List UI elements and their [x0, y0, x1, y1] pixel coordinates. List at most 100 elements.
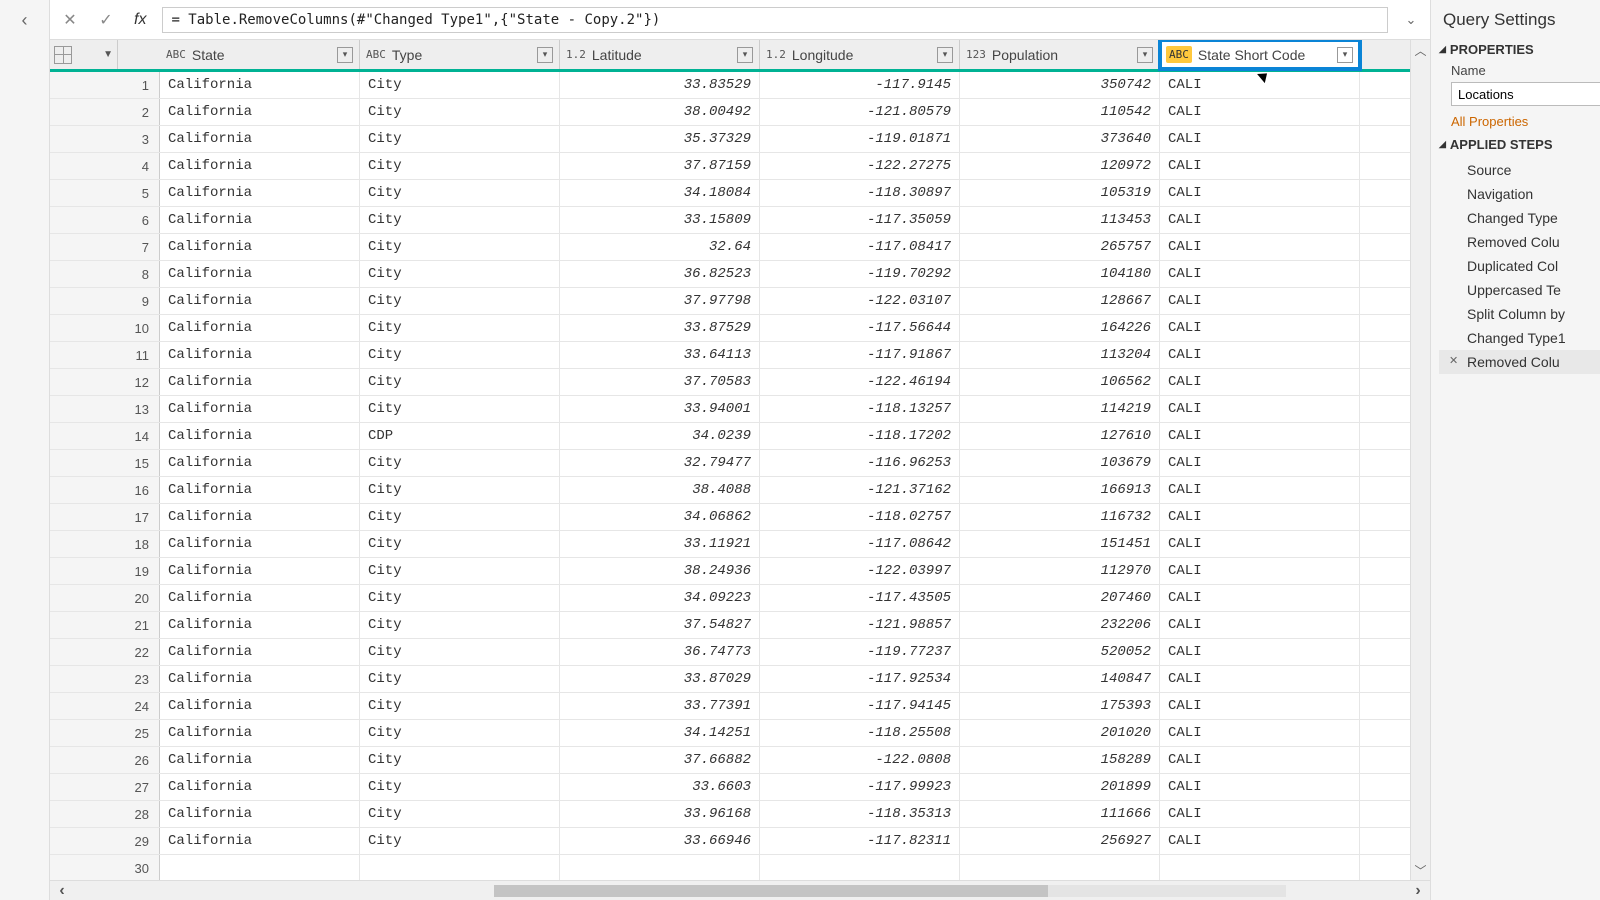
cell[interactable]: -118.30897: [760, 180, 960, 206]
cell[interactable]: California: [160, 450, 360, 476]
cell[interactable]: City: [360, 369, 560, 395]
cell[interactable]: City: [360, 666, 560, 692]
cell[interactable]: [160, 855, 360, 880]
table-row[interactable]: 24CaliforniaCity33.77391-117.94145175393…: [50, 693, 1410, 720]
formula-expand-icon[interactable]: ⌄: [1400, 9, 1422, 31]
table-row[interactable]: 8CaliforniaCity36.82523-119.70292104180C…: [50, 261, 1410, 288]
table-row[interactable]: 5CaliforniaCity34.18084-118.30897105319C…: [50, 180, 1410, 207]
column-header-state-short-code[interactable]: ABC State Short Code ▾: [1160, 40, 1360, 69]
table-row[interactable]: 7CaliforniaCity32.64-117.08417265757CALI: [50, 234, 1410, 261]
cell[interactable]: CALI: [1160, 423, 1360, 449]
cell[interactable]: City: [360, 531, 560, 557]
table-row[interactable]: 6CaliforniaCity33.15809-117.35059113453C…: [50, 207, 1410, 234]
query-name-input[interactable]: [1451, 82, 1600, 106]
filter-icon[interactable]: ▾: [1137, 47, 1153, 63]
cell[interactable]: -117.91867: [760, 342, 960, 368]
table-row[interactable]: 22CaliforniaCity36.74773-119.77237520052…: [50, 639, 1410, 666]
cell[interactable]: California: [160, 315, 360, 341]
table-row[interactable]: 30: [50, 855, 1410, 880]
table-row[interactable]: 14CaliforniaCDP34.0239-118.17202127610CA…: [50, 423, 1410, 450]
cell[interactable]: 110542: [960, 99, 1160, 125]
row-number[interactable]: 3: [50, 126, 160, 152]
cell[interactable]: 36.82523: [560, 261, 760, 287]
filter-icon[interactable]: ▾: [737, 47, 753, 63]
cell[interactable]: City: [360, 612, 560, 638]
applied-step[interactable]: Split Column by: [1439, 302, 1600, 326]
cell[interactable]: 33.83529: [560, 72, 760, 98]
column-header-longitude[interactable]: 1.2 Longitude ▾: [760, 40, 960, 69]
cell[interactable]: CALI: [1160, 342, 1360, 368]
table-row[interactable]: 25CaliforniaCity34.14251-118.25508201020…: [50, 720, 1410, 747]
cell[interactable]: [1160, 855, 1360, 880]
cell[interactable]: City: [360, 720, 560, 746]
cell[interactable]: CALI: [1160, 828, 1360, 854]
cell[interactable]: 105319: [960, 180, 1160, 206]
row-number[interactable]: 14: [50, 423, 160, 449]
cell[interactable]: 104180: [960, 261, 1160, 287]
cell[interactable]: -117.82311: [760, 828, 960, 854]
cell[interactable]: 520052: [960, 639, 1160, 665]
table-row[interactable]: 1CaliforniaCity33.83529-117.9145350742CA…: [50, 72, 1410, 99]
table-row[interactable]: 4CaliforniaCity37.87159-122.27275120972C…: [50, 153, 1410, 180]
formula-input[interactable]: [162, 7, 1388, 33]
cell[interactable]: California: [160, 180, 360, 206]
cell[interactable]: City: [360, 639, 560, 665]
column-header-state[interactable]: ABC State ▾: [160, 40, 360, 69]
cell[interactable]: 37.70583: [560, 369, 760, 395]
table-row[interactable]: 16CaliforniaCity38.4088-121.37162166913C…: [50, 477, 1410, 504]
table-row[interactable]: 23CaliforniaCity33.87029-117.92534140847…: [50, 666, 1410, 693]
cell[interactable]: California: [160, 396, 360, 422]
cell[interactable]: 350742: [960, 72, 1160, 98]
cell[interactable]: CALI: [1160, 558, 1360, 584]
cell[interactable]: California: [160, 693, 360, 719]
cell[interactable]: 33.96168: [560, 801, 760, 827]
cell[interactable]: -117.92534: [760, 666, 960, 692]
formula-cancel-button[interactable]: ✕: [58, 8, 82, 32]
cell[interactable]: CALI: [1160, 396, 1360, 422]
cell[interactable]: City: [360, 396, 560, 422]
table-row[interactable]: 18CaliforniaCity33.11921-117.08642151451…: [50, 531, 1410, 558]
cell[interactable]: California: [160, 477, 360, 503]
cell[interactable]: 37.54827: [560, 612, 760, 638]
cell[interactable]: City: [360, 234, 560, 260]
cell[interactable]: California: [160, 423, 360, 449]
cell[interactable]: CALI: [1160, 126, 1360, 152]
cell[interactable]: 140847: [960, 666, 1160, 692]
cell[interactable]: City: [360, 450, 560, 476]
cell[interactable]: [360, 855, 560, 880]
row-number[interactable]: 1: [50, 72, 160, 98]
cell[interactable]: CALI: [1160, 504, 1360, 530]
cell[interactable]: CALI: [1160, 153, 1360, 179]
vertical-scrollbar[interactable]: ︿ ﹀: [1410, 40, 1430, 880]
cell[interactable]: California: [160, 747, 360, 773]
row-number[interactable]: 5: [50, 180, 160, 206]
cell[interactable]: 33.66946: [560, 828, 760, 854]
cell[interactable]: CALI: [1160, 639, 1360, 665]
cell[interactable]: 232206: [960, 612, 1160, 638]
row-number[interactable]: 30: [50, 855, 160, 880]
cell[interactable]: City: [360, 774, 560, 800]
cell[interactable]: CALI: [1160, 531, 1360, 557]
cell[interactable]: City: [360, 477, 560, 503]
row-number[interactable]: 25: [50, 720, 160, 746]
cell[interactable]: City: [360, 261, 560, 287]
cell[interactable]: [760, 855, 960, 880]
cell[interactable]: -117.08417: [760, 234, 960, 260]
cell[interactable]: City: [360, 99, 560, 125]
cell[interactable]: -117.9145: [760, 72, 960, 98]
cell[interactable]: -118.35313: [760, 801, 960, 827]
cell[interactable]: CALI: [1160, 774, 1360, 800]
scroll-up-icon[interactable]: ︿: [1411, 40, 1430, 60]
cell[interactable]: 33.77391: [560, 693, 760, 719]
scroll-left-icon[interactable]: ‹: [50, 882, 74, 900]
cell[interactable]: 38.00492: [560, 99, 760, 125]
table-row[interactable]: 29CaliforniaCity33.66946-117.82311256927…: [50, 828, 1410, 855]
table-row[interactable]: 10CaliforniaCity33.87529-117.56644164226…: [50, 315, 1410, 342]
cell[interactable]: -119.01871: [760, 126, 960, 152]
cell[interactable]: 151451: [960, 531, 1160, 557]
cell[interactable]: CALI: [1160, 801, 1360, 827]
cell[interactable]: California: [160, 261, 360, 287]
cell[interactable]: CALI: [1160, 207, 1360, 233]
cell[interactable]: 37.97798: [560, 288, 760, 314]
cell[interactable]: 38.4088: [560, 477, 760, 503]
